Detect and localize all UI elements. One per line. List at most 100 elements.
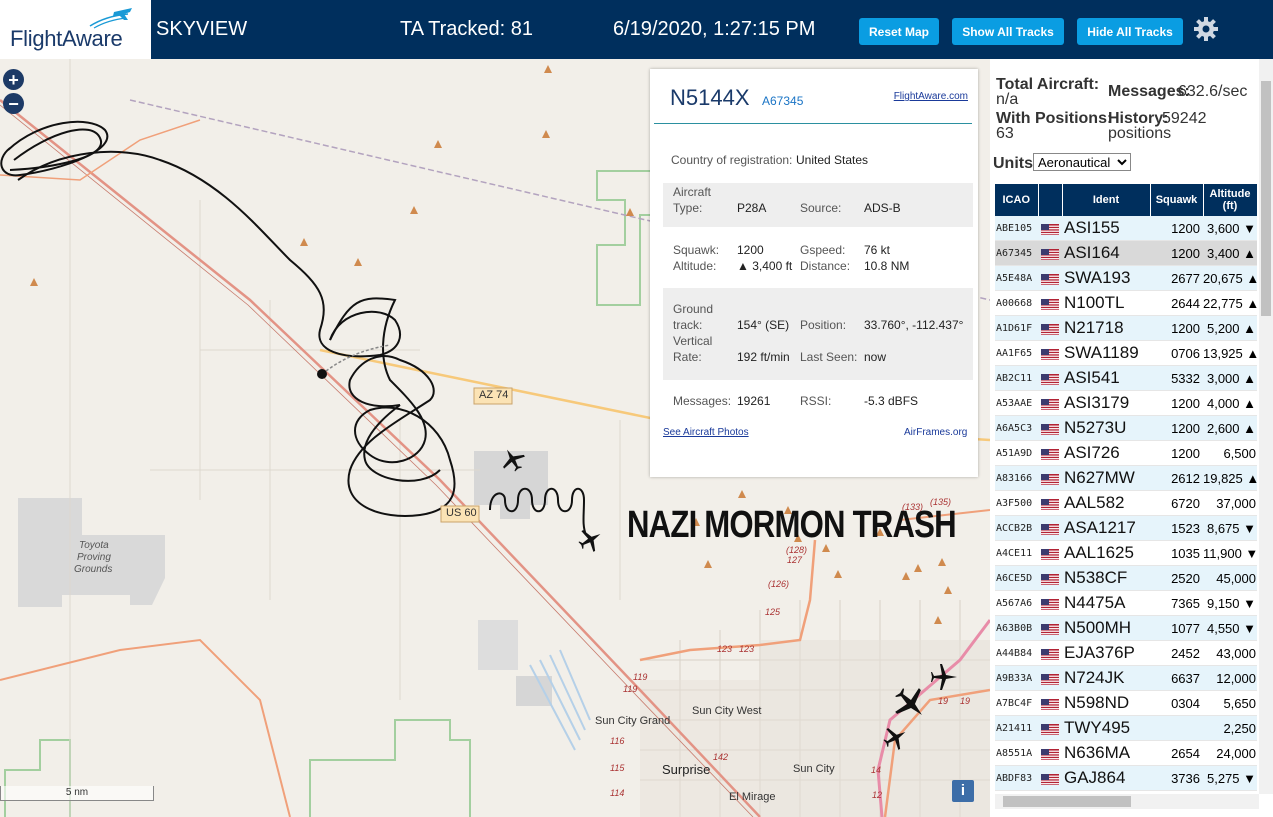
track-label-1: Ground xyxy=(673,302,714,316)
table-row[interactable]: A00668 N100TL 2644 22,775 ▲ xyxy=(995,290,1257,316)
route-115-label: 115 xyxy=(610,763,625,773)
altitude-cell: 13,925 ▲ xyxy=(1203,340,1257,366)
table-row[interactable]: A63B0B N500MH 1077 4,550 ▼ xyxy=(995,615,1257,641)
table-row[interactable]: A83166 N627MW 2612 19,825 ▲ xyxy=(995,465,1257,491)
icao-cell: A51A9D xyxy=(995,440,1038,466)
col-flag-header[interactable] xyxy=(1038,184,1063,216)
flightaware-link[interactable]: FlightAware.com xyxy=(894,91,968,102)
flag-cell xyxy=(1038,440,1062,466)
sun-city-label: Sun City xyxy=(793,763,835,775)
scrollbar-thumb[interactable] xyxy=(1261,81,1271,316)
us-flag-icon xyxy=(1041,473,1059,485)
ident-cell: N100TL xyxy=(1062,290,1150,316)
altitude-cell: 12,000 xyxy=(1203,665,1257,691)
vertical-scrollbar[interactable] xyxy=(1259,59,1273,794)
table-row[interactable]: A44B84 EJA376P 2452 43,000 xyxy=(995,640,1257,666)
route-127-label: 127 xyxy=(787,555,803,565)
squawk-cell: 1200 xyxy=(1150,390,1203,416)
flag-cell xyxy=(1038,665,1062,691)
table-row[interactable]: A21411 TWY495 2,250 xyxy=(995,715,1257,741)
flag-cell xyxy=(1038,340,1062,366)
distance-label: Distance: xyxy=(800,259,851,273)
route-19-label: 19 xyxy=(960,696,971,706)
squawk-cell: 2677 xyxy=(1150,265,1203,291)
ident-cell: N5273U xyxy=(1062,415,1150,441)
col-squawk-header[interactable]: Squawk xyxy=(1150,184,1204,216)
icao-cell: A21411 xyxy=(995,715,1038,741)
squawk-cell: 1200 xyxy=(1150,315,1203,341)
table-row[interactable]: A4CE11 AAL1625 1035 11,900 ▼ xyxy=(995,540,1257,566)
sun-city-west-label: Sun City West xyxy=(692,705,762,717)
lastseen-value: now xyxy=(864,350,887,364)
us-flag-icon xyxy=(1041,423,1059,435)
table-row[interactable]: ACCB2B ASA1217 1523 8,675 ▼ xyxy=(995,515,1257,541)
scrollbar-thumb[interactable] xyxy=(1003,796,1131,807)
icao-cell: A5E48A xyxy=(995,265,1038,291)
table-row[interactable]: A9B33A N724JK 6637 12,000 xyxy=(995,665,1257,691)
altitude-cell: 4,550 ▼ xyxy=(1203,615,1257,641)
track-value: 154° (SE) xyxy=(737,318,790,332)
table-row[interactable]: ABDF83 GAJ864 3736 5,275 ▼ xyxy=(995,765,1257,791)
table-row[interactable]: A3F500 AAL582 6720 37,000 xyxy=(995,490,1257,516)
flag-cell xyxy=(1038,465,1062,491)
flag-cell xyxy=(1038,216,1062,241)
flag-cell xyxy=(1038,715,1062,741)
ident-cell: ASI726 xyxy=(1062,440,1150,466)
track-row: Ground track: 154° (SE) Position: 33.760… xyxy=(663,288,973,380)
az74-label: AZ 74 xyxy=(479,389,509,401)
table-row[interactable]: A67345 ASI164 1200 3,400 ▲ xyxy=(995,240,1257,266)
zoom-out-button[interactable]: − xyxy=(3,93,24,114)
show-all-tracks-button[interactable]: Show All Tracks xyxy=(952,18,1064,45)
col-ident-header[interactable]: Ident xyxy=(1062,184,1151,216)
aircraft-photos-link[interactable]: See Aircraft Photos xyxy=(663,427,749,438)
squawk-cell: 2644 xyxy=(1150,290,1203,316)
ident-cell: SWA193 xyxy=(1062,265,1150,291)
zoom-in-button[interactable]: + xyxy=(3,69,24,90)
icao-cell: ABE105 xyxy=(995,216,1038,241)
gear-icon[interactable] xyxy=(1193,16,1219,42)
aircraft-hex-code: A67345 xyxy=(762,94,804,108)
ident-cell: N627MW xyxy=(1062,465,1150,491)
reset-map-button[interactable]: Reset Map xyxy=(859,18,939,45)
info-button[interactable]: i xyxy=(952,780,974,802)
table-row[interactable]: A5E48A SWA193 2677 20,675 ▲ xyxy=(995,265,1257,291)
col-altitude-header[interactable]: Altitude (ft) xyxy=(1203,184,1258,216)
us-flag-icon xyxy=(1041,323,1059,335)
flag-cell xyxy=(1038,315,1062,341)
table-row[interactable]: A8551A N636MA 2654 24,000 xyxy=(995,740,1257,766)
icao-cell: A7BC4F xyxy=(995,690,1038,716)
table-row[interactable]: A1D61F N21718 1200 5,200 ▲ xyxy=(995,315,1257,341)
source-label: Source: xyxy=(800,201,842,215)
table-row[interactable]: A51A9D ASI726 1200 6,500 xyxy=(995,440,1257,466)
icao-cell: A3F500 xyxy=(995,490,1038,516)
table-row[interactable]: A567A6 N4475A 7365 9,150 ▼ xyxy=(995,590,1257,616)
altitude-header-line1: Altitude xyxy=(1209,188,1251,200)
icao-cell: A6A5C3 xyxy=(995,415,1038,441)
us-flag-icon xyxy=(1041,673,1059,685)
table-row[interactable]: A53AAE ASI3179 1200 4,000 ▲ xyxy=(995,390,1257,416)
icao-cell: A4CE11 xyxy=(995,540,1038,566)
hide-all-tracks-button[interactable]: Hide All Tracks xyxy=(1077,18,1183,45)
table-row[interactable]: AA1F65 SWA1189 0706 13,925 ▲ xyxy=(995,340,1257,366)
altitude-cell: 11,900 ▼ xyxy=(1203,540,1257,566)
table-row[interactable]: A7BC4F N598ND 0304 5,650 xyxy=(995,690,1257,716)
units-select[interactable]: Aeronautical xyxy=(1033,153,1131,171)
type-row: Aircraft Type: P28A Source: ADS-B xyxy=(663,183,973,227)
us-flag-icon xyxy=(1041,248,1059,260)
horizontal-scrollbar[interactable] xyxy=(995,794,1259,809)
squawk-cell: 1077 xyxy=(1150,615,1203,641)
table-row[interactable]: A6CE5D N538CF 2520 45,000 xyxy=(995,565,1257,591)
airframes-link[interactable]: AirFrames.org xyxy=(904,427,967,438)
altitude-cell: 24,000 xyxy=(1203,740,1257,766)
table-row[interactable]: ABE105 ASI155 1200 3,600 ▼ xyxy=(995,216,1257,241)
squawk-cell: 1523 xyxy=(1150,515,1203,541)
us-flag-icon xyxy=(1041,573,1059,585)
clock: 6/19/2020, 1:27:15 PM xyxy=(613,18,816,40)
col-icao-header[interactable]: ICAO xyxy=(995,184,1039,216)
table-row[interactable]: A6A5C3 N5273U 1200 2,600 ▲ xyxy=(995,415,1257,441)
flightaware-logo[interactable]: FlightAware xyxy=(0,0,151,59)
table-row[interactable]: AB2C11 ASI541 5332 3,000 ▲ xyxy=(995,365,1257,391)
logo-text: FlightAware xyxy=(10,26,123,51)
us-flag-icon xyxy=(1041,448,1059,460)
us-flag-icon xyxy=(1041,773,1059,785)
